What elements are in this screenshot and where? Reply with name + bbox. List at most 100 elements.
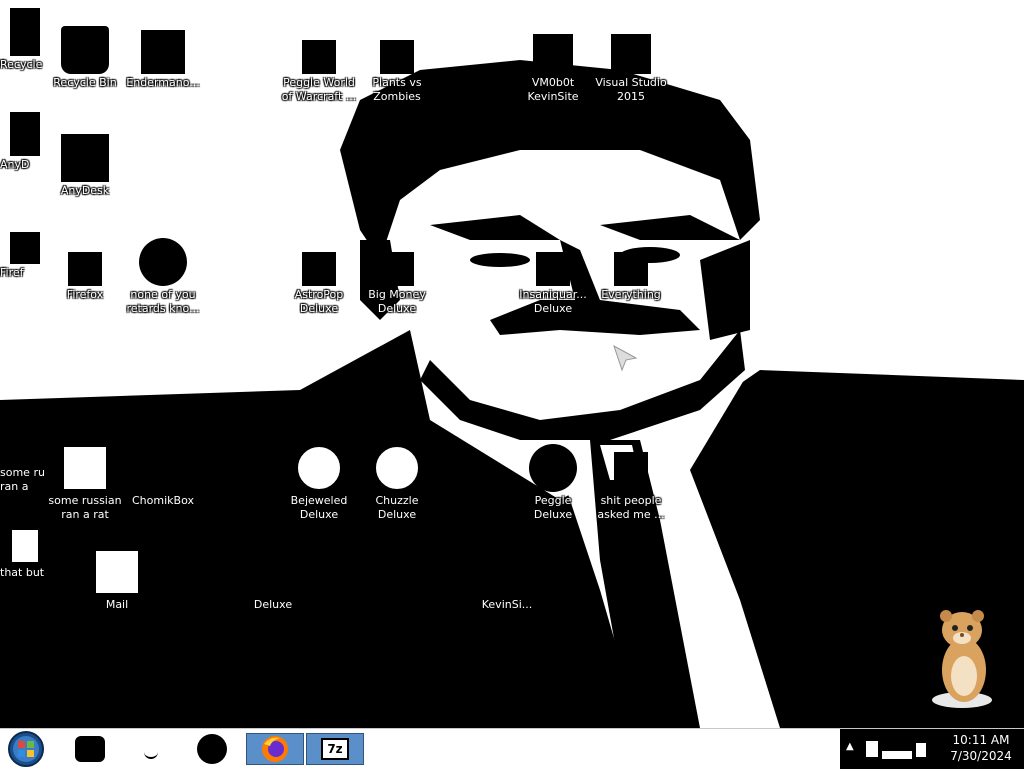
- desktop-icon-label: Deluxe: [253, 598, 293, 611]
- desktop-icon-label: AstroPop Deluxe: [294, 288, 344, 315]
- desktop-icon-globe-shortcut[interactable]: none of you retards kno...: [124, 238, 202, 316]
- file-icon: [10, 528, 40, 564]
- ghost-icon-firefox[interactable]: Firef: [0, 232, 50, 280]
- clock-date: 7/30/2024: [950, 749, 1012, 763]
- tray-icons[interactable]: [864, 739, 934, 761]
- document-icon: [141, 30, 185, 74]
- desktop-icon-peggle-deluxe[interactable]: Peggle Deluxe: [514, 444, 592, 522]
- ghost-icon-recycle[interactable]: Recycle: [0, 8, 50, 72]
- clock-time: 10:11 AM: [952, 733, 1010, 747]
- visual-studio-icon: [611, 34, 651, 74]
- desktop-icon-label: Mail: [105, 598, 129, 611]
- clock[interactable]: 10:11 AM 7/30/2024: [938, 732, 1024, 764]
- desktop-icon-deluxe-game[interactable]: Deluxe: [234, 548, 312, 612]
- text-file-icon: [614, 452, 648, 492]
- game-icon: [249, 548, 297, 596]
- desktop-icon-label: Big Money Deluxe: [368, 288, 426, 315]
- hamster-pet-image: [932, 610, 992, 708]
- mouse-cursor-icon: [613, 344, 638, 372]
- chomikbox-icon: [139, 452, 187, 492]
- ghost-icon-label: some ru ran a: [0, 466, 45, 493]
- firefox-icon: [10, 232, 40, 264]
- windows-start-orb-icon: [8, 731, 44, 767]
- desktop-icon-label: Everything: [601, 288, 661, 301]
- desktop-icon-recycle-bin[interactable]: Recycle Bin: [46, 26, 124, 90]
- desktop-icon-endermano[interactable]: Endermano...: [124, 30, 202, 90]
- start-button[interactable]: [4, 730, 48, 768]
- desktop-icon-label: Chuzzle Deluxe: [375, 494, 419, 521]
- desktop-icon-label: Bejeweled Deluxe: [290, 494, 348, 521]
- taskbar-pinned-app[interactable]: [72, 733, 106, 765]
- desktop-icon-label: KevinSi...: [481, 598, 533, 611]
- peggle-icon: [302, 40, 336, 74]
- desktop-icon-label: AnyDesk: [60, 184, 110, 197]
- big-money-icon: [380, 252, 414, 286]
- file-icon: [10, 420, 40, 464]
- desktop-icon-some-russian[interactable]: some russian ran a rat: [46, 444, 124, 522]
- taskbar: 7z ▲ 10:11 AM 7/30/2024: [0, 728, 1024, 769]
- shortcut-icon: [533, 34, 573, 74]
- desktop-icon-label: Endermano...: [126, 76, 200, 89]
- desktop-icon-plants-vs-zombies[interactable]: Plants vs Zombies: [358, 30, 436, 104]
- desktop-icon-peggle-wow[interactable]: Peggle World of Warcraft ...: [280, 30, 358, 104]
- pinned-app-icon: [144, 747, 158, 759]
- desktop-icon-kevinsite[interactable]: KevinSi...: [468, 548, 546, 612]
- chuzzle-icon: [373, 444, 421, 492]
- desktop-icon-label: VM0b0t KevinSite: [527, 76, 579, 103]
- recycle-bin-icon: [61, 26, 109, 74]
- desktop-icon-chuzzle[interactable]: Chuzzle Deluxe: [358, 444, 436, 522]
- shortcut-icon: [483, 548, 531, 596]
- desktop-icon-label: none of you retards kno...: [126, 288, 200, 315]
- ghost-icon-file[interactable]: some ru ran a: [0, 420, 50, 494]
- taskbar-button-firefox[interactable]: [246, 733, 304, 765]
- ghost-icon-label: Recycle: [0, 58, 43, 71]
- desktop-icon-label: shit people asked me ...: [597, 494, 665, 521]
- ghost-icon-label: Firef: [0, 266, 24, 279]
- desktop-icon-label: Recycle Bin: [53, 76, 117, 89]
- desktop-icon-shit-people-asked[interactable]: shit people asked me ...: [592, 444, 670, 522]
- desktop-icon-chomikbox[interactable]: ChomikBox: [124, 444, 202, 508]
- ghost-icon-label: that but: [0, 566, 45, 579]
- desktop-icon-label: Peggle World of Warcraft ...: [281, 76, 357, 103]
- ghost-icon-anydesk[interactable]: AnyD: [0, 112, 50, 172]
- system-tray: ▲ 10:11 AM 7/30/2024: [840, 729, 1024, 769]
- anydesk-icon: [61, 134, 109, 182]
- desktop-icon-label: some russian ran a rat: [48, 494, 122, 521]
- desktop-icon-mail[interactable]: Mail: [78, 548, 156, 612]
- desktop-icon-vm0b0t-kevinsite[interactable]: VM0b0t KevinSite: [514, 30, 592, 104]
- desktop-icon-insaniquarium[interactable]: Insaniquar... Deluxe: [514, 238, 592, 316]
- desktop-icon-label: Insaniquar... Deluxe: [519, 288, 587, 315]
- astropop-icon: [302, 252, 336, 286]
- desktop-icon-big-money[interactable]: Big Money Deluxe: [358, 238, 436, 316]
- ghost-icon-file[interactable]: that but: [0, 528, 50, 580]
- desktop-icon-firefox[interactable]: Firefox: [46, 238, 124, 302]
- mail-icon: [93, 548, 141, 596]
- taskbar-pinned-app[interactable]: [136, 733, 170, 765]
- desktop-icon-label: Visual Studio 2015: [595, 76, 667, 103]
- show-hidden-icons-button[interactable]: ▲: [846, 741, 854, 752]
- desktop-icon-anydesk[interactable]: AnyDesk: [46, 134, 124, 198]
- seven-zip-label: 7z: [327, 742, 343, 756]
- pinned-app-icon: [197, 734, 227, 764]
- desktop-icon-astropop[interactable]: AstroPop Deluxe: [280, 238, 358, 316]
- everything-search-icon: [614, 252, 648, 286]
- ghost-icon-label: AnyD: [0, 158, 30, 171]
- pinned-app-icon: [75, 736, 105, 762]
- firefox-icon: [262, 736, 288, 762]
- desktop-icon-label: Peggle Deluxe: [533, 494, 573, 521]
- desktop-icon-everything[interactable]: Everything: [592, 238, 670, 302]
- recycle-bin-icon: [10, 8, 40, 56]
- desktop[interactable]: Recycle AnyD Firef some ru ran a that bu…: [0, 0, 1024, 728]
- firefox-icon: [68, 252, 102, 286]
- plants-vs-zombies-icon: [380, 40, 414, 74]
- peggle-deluxe-icon: [529, 444, 577, 492]
- bejeweled-icon: [295, 444, 343, 492]
- desktop-icon-label: ChomikBox: [132, 494, 194, 507]
- desktop-icon-bejeweled[interactable]: Bejeweled Deluxe: [280, 444, 358, 522]
- desktop-icon-visual-studio[interactable]: Visual Studio 2015: [592, 30, 670, 104]
- wallpaper-image: [0, 0, 1024, 728]
- taskbar-button-7zip[interactable]: 7z: [306, 733, 364, 765]
- desktop-icon-label: Plants vs Zombies: [372, 76, 422, 103]
- taskbar-pinned-app[interactable]: [196, 733, 230, 765]
- globe-icon: [139, 238, 187, 286]
